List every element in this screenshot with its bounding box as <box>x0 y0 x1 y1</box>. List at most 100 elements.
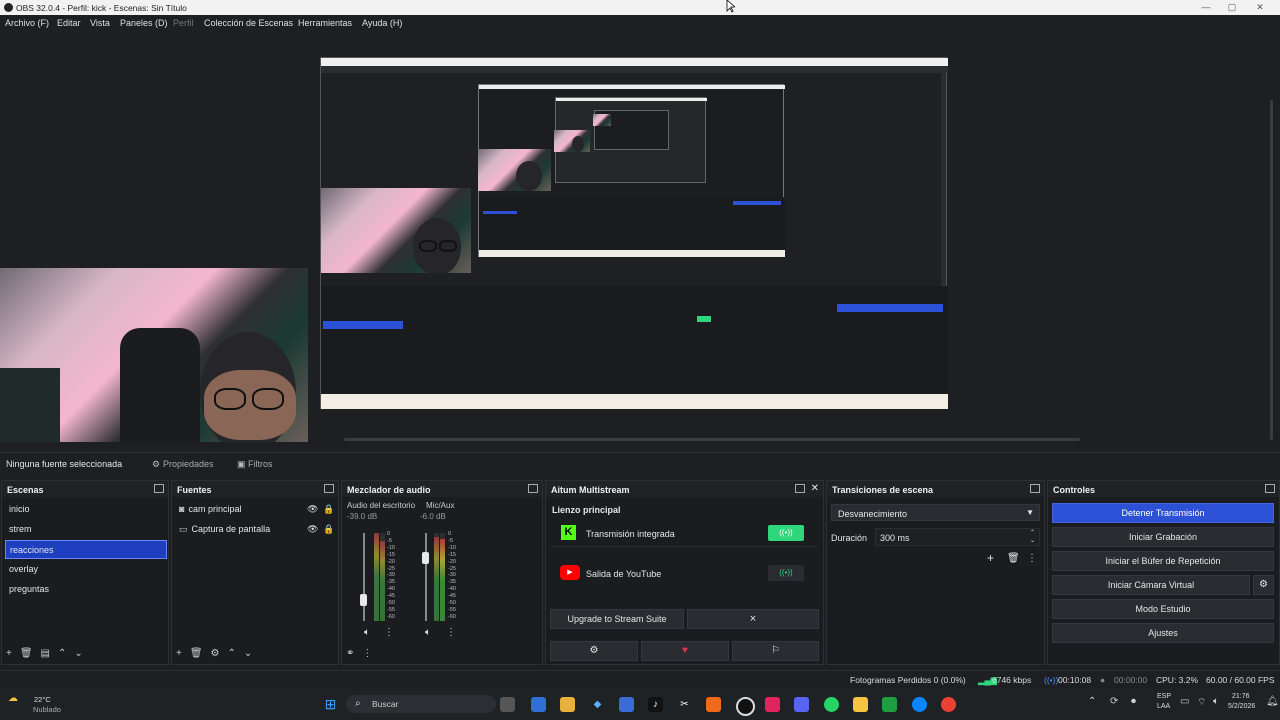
undock-icon[interactable] <box>324 484 334 493</box>
clock-time[interactable]: 21:76 <box>1232 693 1250 700</box>
scene-item[interactable]: strem <box>5 520 167 539</box>
search-box[interactable]: ⌕ Buscar <box>346 695 496 713</box>
volume-slider-knob[interactable] <box>360 593 367 606</box>
trash-icon[interactable]: 🗑 <box>190 648 203 659</box>
task-view-icon[interactable] <box>500 697 515 712</box>
transition-select[interactable]: Desvanecimiento ▼ <box>831 504 1040 521</box>
language-label[interactable]: ESP <box>1157 693 1171 700</box>
output-start-toggle[interactable]: ((•)) <box>768 565 804 581</box>
start-recording-button[interactable]: Iniciar Grabación <box>1052 527 1274 547</box>
undock-icon[interactable] <box>1265 484 1275 493</box>
scene-item-selected[interactable]: reacciones <box>5 540 167 559</box>
gear-icon[interactable]: ⚙ <box>211 648 220 659</box>
settings-button[interactable]: Ajustes <box>1052 623 1274 643</box>
undock-icon[interactable] <box>795 484 805 493</box>
speaker-icon[interactable]: 🔈︎ <box>425 627 431 638</box>
add-icon[interactable]: + <box>176 648 182 659</box>
minimize-button[interactable]: — <box>1196 1 1216 14</box>
add-icon[interactable]: + <box>6 648 12 659</box>
discord-icon[interactable] <box>794 697 809 712</box>
webcam-source[interactable] <box>0 268 308 442</box>
more-icon[interactable]: ⋮ <box>1027 553 1037 564</box>
app-icon[interactable] <box>882 697 897 712</box>
menu-ayuda[interactable]: Ayuda (H) <box>362 18 402 28</box>
language-variant[interactable]: LAA <box>1157 703 1170 710</box>
source-item[interactable]: ▭ Captura de pantalla 👁 🔒 <box>175 520 337 539</box>
close-icon[interactable]: ✕ <box>811 483 819 494</box>
more-icon[interactable]: ⋮ <box>384 627 394 638</box>
move-down-icon[interactable]: ⌄ <box>74 648 82 659</box>
folder-icon[interactable] <box>560 697 575 712</box>
trash-icon[interactable]: 🗑 <box>20 648 33 659</box>
edge-icon[interactable] <box>912 697 927 712</box>
filter-icon[interactable]: ▣ <box>237 459 246 470</box>
lock-icon[interactable]: 🔒 <box>323 500 334 519</box>
whatsapp-icon[interactable] <box>824 697 839 712</box>
undock-icon[interactable] <box>1030 484 1040 493</box>
app-icon[interactable] <box>706 697 721 712</box>
move-up-icon[interactable]: ⌃ <box>58 648 66 659</box>
menu-paneles[interactable]: Paneles (D) <box>120 18 168 28</box>
move-down-icon[interactable]: ⌄ <box>244 648 252 659</box>
wifi-icon[interactable]: ⌔ <box>1197 696 1206 709</box>
output-live-toggle[interactable]: ((•)) <box>768 525 804 541</box>
start-virtual-camera-button[interactable]: Iniciar Cámara Virtual <box>1052 575 1250 595</box>
menu-herramientas[interactable]: Herramientas <box>298 18 352 28</box>
gear-icon[interactable]: ⚙ <box>152 459 160 470</box>
menu-archivo[interactable]: Archivo (F) <box>5 18 49 28</box>
filters-button[interactable]: Filtros <box>248 459 273 469</box>
heart-icon[interactable]: ♥ <box>641 641 729 661</box>
menu-perfil[interactable]: Perfil <box>173 18 194 28</box>
app-icon[interactable] <box>853 697 868 712</box>
app-icon[interactable] <box>765 697 780 712</box>
volume-slider-track[interactable] <box>363 533 365 621</box>
lock-icon[interactable]: 🔒 <box>323 520 334 539</box>
scene-item[interactable]: inicio <box>5 500 167 519</box>
windows-start-icon[interactable]: ⊞ <box>323 697 338 712</box>
more-icon[interactable]: ⋮ <box>446 627 456 638</box>
stop-streaming-button[interactable]: Detener Transmisión <box>1052 503 1274 523</box>
volume-slider-knob[interactable] <box>422 552 429 564</box>
upgrade-button[interactable]: Upgrade to Stream Suite <box>550 609 684 629</box>
weather-temp[interactable]: 22°C <box>34 695 51 704</box>
weather-desc[interactable]: Nublado <box>33 705 61 714</box>
gear-icon[interactable]: ⚙ <box>1253 575 1274 595</box>
preview-vertical-scrollbar[interactable] <box>1270 100 1273 440</box>
undock-icon[interactable] <box>154 484 164 493</box>
preview-horizontal-scrollbar[interactable] <box>344 438 1080 441</box>
mic-icon[interactable]: ⏺ <box>1131 696 1136 707</box>
app-icon[interactable] <box>619 697 634 712</box>
volume-slider-track[interactable] <box>425 533 427 621</box>
menu-coleccion-escenas[interactable]: Colección de Escenas <box>204 18 293 28</box>
notification-icon[interactable]: 🔔︎ <box>1266 696 1279 707</box>
volume-icon[interactable]: 🔈︎ <box>1213 696 1219 707</box>
scene-item[interactable]: overlay <box>5 560 167 579</box>
properties-button[interactable]: Propiedades <box>163 459 214 469</box>
add-icon[interactable]: + <box>987 551 994 565</box>
move-up-icon[interactable]: ⌃ <box>228 648 236 659</box>
duration-input[interactable]: 300 ms ⌃ ⌄ <box>875 528 1040 546</box>
undock-icon[interactable] <box>528 484 538 493</box>
close-button[interactable]: ✕ <box>1250 1 1270 14</box>
display-icon[interactable]: ▭ <box>1180 696 1189 707</box>
chrome-icon[interactable] <box>941 697 956 712</box>
settings-icon[interactable]: ⚙ <box>550 641 638 661</box>
dismiss-button[interactable]: × <box>687 609 819 629</box>
eye-icon[interactable]: 👁 <box>307 500 318 519</box>
tray-icon[interactable]: ⟳ <box>1110 696 1118 707</box>
obs-icon[interactable] <box>736 697 755 716</box>
trash-icon[interactable]: 🗑 <box>1007 553 1020 564</box>
tiktok-icon[interactable]: ♪ <box>648 697 663 712</box>
menu-editar[interactable]: Editar <box>57 18 81 28</box>
capcut-icon[interactable]: ✂ <box>677 697 692 712</box>
studio-mode-button[interactable]: Modo Estudio <box>1052 599 1274 619</box>
source-item[interactable]: ◙ cam principal 👁 🔒 <box>175 500 337 519</box>
store-icon[interactable] <box>531 697 546 712</box>
menu-vista[interactable]: Vista <box>90 18 110 28</box>
start-replay-buffer-button[interactable]: Iniciar el Búfer de Repetición <box>1052 551 1274 571</box>
stepper-icon[interactable]: ⌃ ⌄ <box>1030 529 1035 545</box>
scene-item[interactable]: preguntas <box>5 580 167 599</box>
speaker-icon[interactable]: 🔈︎ <box>364 627 370 638</box>
info-icon[interactable]: ⚐ <box>732 641 819 661</box>
clock-date[interactable]: 5/2/2026 <box>1228 703 1255 710</box>
